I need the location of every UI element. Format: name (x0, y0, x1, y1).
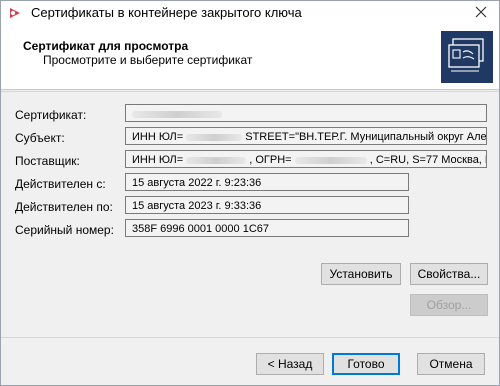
issuer-label: Поставщик: (15, 154, 80, 168)
certificate-label: Сертификат: (15, 108, 87, 122)
title-bar: Сертификаты в контейнере закрытого ключа (1, 1, 499, 25)
issuer-value-prefix: ИНН ЮЛ= (132, 154, 184, 166)
serial-label: Серийный номер: (15, 223, 114, 237)
dialog-window: Сертификаты в контейнере закрытого ключа… (0, 0, 500, 386)
header-title: Сертификат для просмотра (23, 39, 189, 53)
install-button[interactable]: Установить (321, 263, 401, 285)
done-button[interactable]: Готово (332, 353, 400, 375)
header-divider (1, 91, 499, 92)
redacted-text (186, 133, 243, 141)
issuer-value-mid: , ОГРН= (249, 154, 292, 166)
valid-to-field[interactable]: 15 августа 2023 г. 9:33:36 (125, 196, 409, 214)
subject-value-suffix: STREET="ВН.ТЕР.Г. Муниципальный округ Ал… (245, 131, 487, 143)
valid-from-label: Действителен с: (15, 177, 106, 191)
close-icon (475, 6, 487, 21)
certificate-icon (441, 31, 493, 83)
properties-button[interactable]: Свойства... (410, 263, 488, 285)
wizard-header: Сертификат для просмотра Просмотрите и в… (1, 25, 499, 90)
redacted-text (132, 110, 222, 118)
subject-label: Субъект: (15, 131, 65, 145)
redacted-text (186, 156, 247, 164)
serial-field[interactable]: 358F 6996 0001 0000 1C67 (125, 219, 409, 237)
issuer-field[interactable]: ИНН ЮЛ= , ОГРН= , C=RU, S=77 Москва, L= (125, 150, 487, 168)
window-title: Сертификаты в контейнере закрытого ключа (31, 5, 302, 20)
browse-button[interactable]: Обзор... (410, 294, 488, 316)
redacted-text (294, 156, 367, 164)
cancel-button[interactable]: Отмена (417, 353, 485, 375)
valid-to-label: Действителен по: (15, 200, 113, 214)
subject-value-prefix: ИНН ЮЛ= (132, 131, 184, 143)
back-button[interactable]: < Назад (256, 353, 324, 375)
certificate-field[interactable] (125, 104, 487, 122)
footer-divider (1, 337, 499, 338)
valid-from-field[interactable]: 15 августа 2022 г. 9:23:36 (125, 173, 409, 191)
header-subtitle: Просмотрите и выберите сертификат (43, 53, 253, 67)
crypto-pro-icon (7, 5, 23, 21)
close-button[interactable] (463, 1, 499, 25)
subject-field[interactable]: ИНН ЮЛ= STREET="ВН.ТЕР.Г. Муниципальный … (125, 127, 487, 145)
issuer-value-suffix: , C=RU, S=77 Москва, L= (369, 154, 487, 166)
